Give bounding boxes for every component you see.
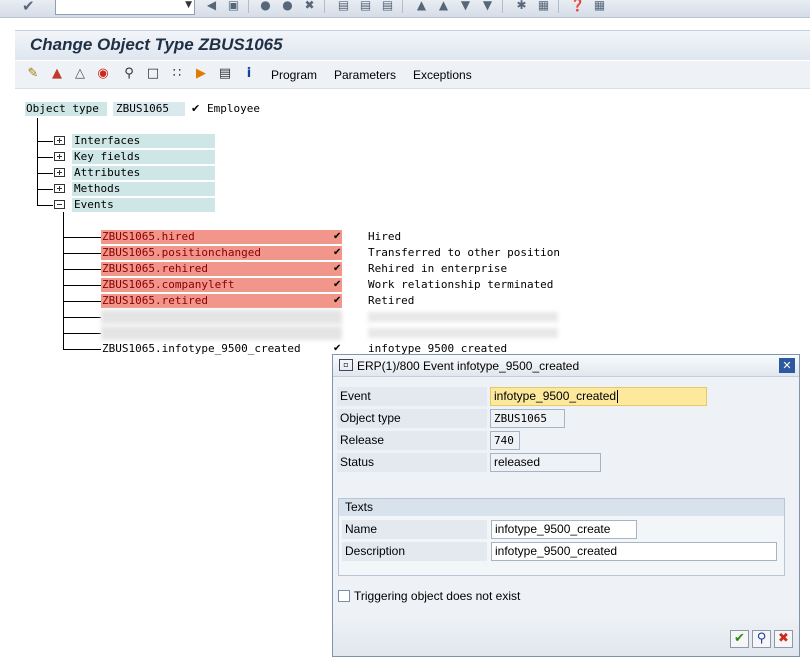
dialog-title: ERP(1)/800 Event infotype_9500_created — [357, 359, 580, 373]
page-title: Change Object Type ZBUS1065 — [30, 35, 283, 54]
checkmark-icon: ✔ — [333, 263, 342, 274]
folder-closed-icon[interactable] — [54, 184, 66, 194]
title-bar: Change Object Type ZBUS1065 — [15, 30, 810, 60]
description-field[interactable]: infotype_9500_created — [491, 542, 777, 561]
hierarchy-icon[interactable]: ∷ — [169, 66, 185, 82]
checkmark-icon: ✔ — [333, 231, 342, 242]
application-toolbar: ✎ ▲ △ ◉ ⚲ □ ∷ ▶ ▤ i Program Parameters E… — [15, 61, 810, 89]
check-icon[interactable]: ◉ — [95, 66, 111, 82]
name-field[interactable]: infotype_9500_create — [491, 520, 637, 539]
texts-group: Texts Name infotype_9500_create Descript… — [338, 498, 785, 576]
event-field[interactable]: infotype_9500_created — [490, 387, 707, 406]
folder-closed-icon[interactable] — [54, 152, 66, 162]
exit-icon[interactable]: ● — [280, 0, 295, 12]
folder-open-icon[interactable] — [54, 200, 66, 210]
last-page-icon[interactable]: ▼ — [480, 0, 495, 12]
layout-menu-icon[interactable]: ▦ — [592, 0, 607, 12]
event-row-name[interactable]: ZBUS1065.companyleft — [101, 278, 342, 292]
tree-node-methods[interactable]: Methods — [72, 182, 215, 196]
help-icon[interactable]: ❓ — [570, 0, 585, 12]
save-icon[interactable]: ▣ — [226, 0, 241, 12]
find-icon[interactable]: ▤ — [358, 0, 373, 12]
command-field[interactable]: ▼ — [55, 0, 195, 15]
redacted-event-row — [101, 310, 342, 324]
event-row-name[interactable]: ZBUS1065.hired — [101, 230, 342, 244]
generate-icon[interactable]: ▲ — [49, 66, 65, 82]
tree-node-interfaces[interactable]: Interfaces — [72, 134, 215, 148]
cancel-button[interactable]: ✖ — [774, 630, 793, 648]
search-button[interactable]: ⚲ — [752, 630, 771, 648]
redacted-event-description — [368, 328, 558, 338]
checkmark-icon: ✔ — [333, 247, 342, 258]
folder-closed-icon[interactable] — [54, 136, 66, 146]
name-label: Name — [342, 520, 487, 539]
object-type-label: Object type — [25, 102, 107, 116]
delete-icon[interactable]: ▤ — [217, 66, 233, 82]
first-page-icon[interactable]: ▲ — [414, 0, 429, 12]
triggering-object-label: Triggering object does not exist — [354, 589, 521, 603]
object-type-value[interactable]: ZBUS1065 — [113, 102, 185, 116]
window-icon: ▫ — [339, 359, 353, 371]
event-row-description: Transferred to other position — [368, 246, 561, 259]
event-row-description: Hired — [368, 230, 402, 243]
shortcut-icon[interactable]: ▦ — [536, 0, 551, 12]
event-row-description: Work relationship terminated — [368, 278, 554, 291]
tree-node-attributes[interactable]: Attributes — [72, 166, 215, 180]
back-arrow-icon[interactable]: ◀ — [204, 0, 219, 12]
close-icon[interactable]: ✕ — [779, 358, 795, 373]
confirm-button[interactable]: ✔ — [730, 630, 749, 648]
new-session-icon[interactable]: ✱ — [514, 0, 529, 12]
event-label: Event — [337, 387, 487, 406]
release-field: 740 — [490, 431, 520, 450]
checkmark-icon: ✔ — [191, 102, 201, 115]
enter-check-icon[interactable]: ✔ — [22, 0, 42, 15]
object-type-field: ZBUS1065 — [490, 409, 565, 428]
event-row-name[interactable]: ZBUS1065.rehired — [101, 262, 342, 276]
tree-node-key-fields[interactable]: Key fields — [72, 150, 215, 164]
where-used-icon[interactable]: △ — [72, 66, 88, 82]
event-row-name[interactable]: ZBUS1065.infotype_9500_created — [101, 342, 342, 356]
find-next-icon[interactable]: ▤ — [380, 0, 395, 12]
object-type-field-label: Object type — [337, 409, 487, 428]
cancel-icon[interactable]: ✖ — [302, 0, 317, 12]
event-dialog: ▫ ERP(1)/800 Event infotype_9500_created… — [332, 354, 800, 657]
back-icon[interactable]: ● — [258, 0, 273, 12]
next-page-icon[interactable]: ▼ — [458, 0, 473, 12]
event-row-name[interactable]: ZBUS1065.positionchanged — [101, 246, 342, 260]
dialog-title-bar[interactable]: ▫ ERP(1)/800 Event infotype_9500_created… — [333, 355, 799, 377]
checkmark-icon: ✔ — [333, 295, 342, 306]
event-row-description: Retired — [368, 294, 415, 307]
triggering-object-checkbox[interactable] — [338, 590, 350, 602]
folder-closed-icon[interactable] — [54, 168, 66, 178]
menu-exceptions[interactable]: Exceptions — [413, 68, 472, 82]
search-icon[interactable]: ⚲ — [121, 66, 137, 82]
new-document-icon[interactable]: □ — [145, 66, 161, 82]
chevron-down-icon[interactable]: ▼ — [185, 0, 192, 10]
system-toolbar: ✔ ▼ ◀ ▣ ● ● ✖ ▤ ▤ ▤ ▲ ▲ ▼ ▼ ✱ ▦ ❓ ▦ — [0, 0, 810, 18]
event-row-description: Rehired in enterprise — [368, 262, 508, 275]
release-label: Release — [337, 431, 487, 450]
execute-icon[interactable]: ▶ — [193, 66, 209, 82]
tree-node-events[interactable]: Events — [72, 198, 215, 212]
display-change-icon[interactable]: ✎ — [25, 66, 41, 82]
menu-program[interactable]: Program — [271, 68, 317, 82]
event-field-value: infotype_9500_created — [494, 389, 617, 403]
print-icon[interactable]: ▤ — [336, 0, 351, 12]
dialog-footer: ✔ ⚲ ✖ — [333, 616, 799, 656]
status-field: released — [490, 453, 601, 472]
info-icon[interactable]: i — [241, 66, 257, 82]
status-label: Status — [337, 453, 487, 472]
previous-page-icon[interactable]: ▲ — [436, 0, 451, 12]
object-type-description: Employee — [207, 102, 260, 115]
event-row-name[interactable]: ZBUS1065.retired — [101, 294, 342, 308]
texts-group-title: Texts — [339, 499, 784, 516]
redacted-event-description — [368, 312, 558, 322]
redacted-event-row — [101, 326, 342, 340]
checkmark-icon: ✔ — [333, 279, 342, 290]
description-label: Description — [342, 542, 487, 561]
menu-parameters[interactable]: Parameters — [334, 68, 396, 82]
